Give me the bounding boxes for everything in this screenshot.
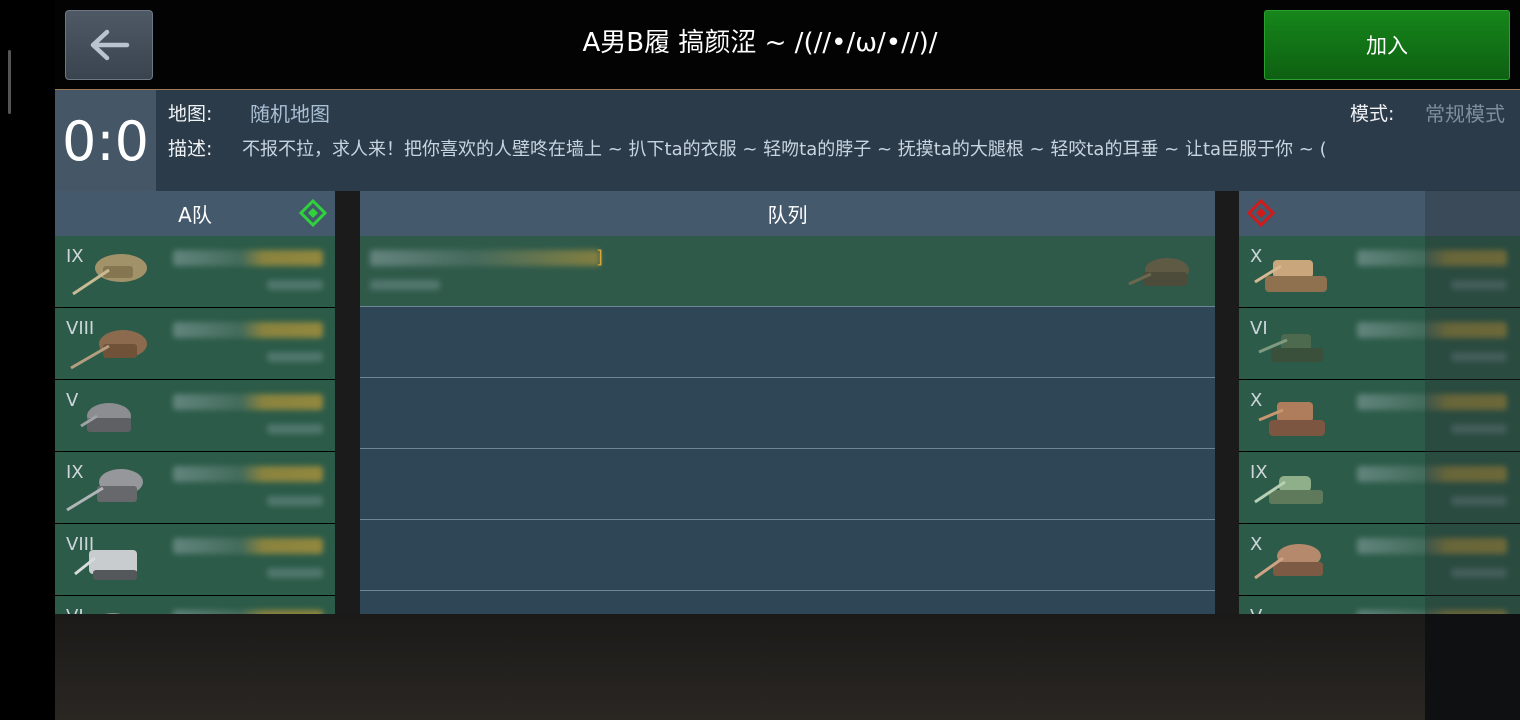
team-a-player-row[interactable]: VIII (55, 308, 335, 379)
queue-header: 队列 (360, 191, 1215, 236)
player-name-blurred (173, 466, 323, 482)
tank-tier: V (1250, 606, 1262, 614)
team-a-header: A队 (55, 191, 335, 236)
queue-empty-slot (360, 591, 1215, 614)
tank-tier: VI (1250, 318, 1268, 339)
team-a-label: A队 (178, 203, 212, 227)
description-text: 不报不拉，求人来！把你喜欢的人壁咚在墙上 ~ 扒下ta的衣服 ~ 轻吻ta的脖子… (242, 139, 1327, 160)
tank-tier: VI (66, 606, 84, 614)
tank-tier: X (1250, 534, 1263, 555)
mode-label: 模式: (1350, 103, 1395, 125)
edge-scroll-indicator (8, 50, 11, 114)
join-button[interactable]: 加入 (1264, 10, 1510, 80)
tank-tier: IX (66, 462, 84, 483)
tank-tier: X (1250, 246, 1263, 267)
score-display: 0:0 (55, 90, 156, 192)
queue-list: ] (360, 236, 1215, 614)
map-value: 随机地图 (250, 102, 330, 126)
team-a-player-row[interactable]: IX (55, 452, 335, 523)
mode-value: 常规模式 (1425, 102, 1505, 126)
team-a-player-row[interactable]: VI (55, 596, 335, 614)
description-label: 描述: (168, 138, 213, 160)
player-name-blurred (370, 250, 600, 266)
tank-tier: V (66, 390, 79, 411)
arrow-left-icon (90, 29, 130, 61)
player-info-blurred (267, 424, 323, 434)
team-a-player-row[interactable]: VIII (55, 524, 335, 595)
queue-player-row[interactable]: ] (360, 236, 1215, 307)
queue-empty-slot (360, 449, 1215, 520)
column-divider-right (1215, 191, 1239, 614)
team-a-player-row[interactable]: IX (55, 236, 335, 307)
queue-empty-slot (360, 378, 1215, 449)
player-name-blurred (173, 250, 323, 266)
column-divider-left (335, 191, 360, 614)
tank-tier: VIII (66, 318, 95, 339)
tank-tier: IX (66, 246, 84, 267)
player-info-blurred (267, 568, 323, 578)
clan-tag-bracket: ] (596, 247, 604, 268)
tank-tier: X (1250, 390, 1263, 411)
room-info-panel: 0:0 地图: 随机地图 模式: 常规模式 描述: 不报不拉，求人来！把你喜欢的… (55, 89, 1520, 192)
player-info-blurred (370, 280, 440, 290)
player-info-blurred (267, 496, 323, 506)
player-info-blurred (267, 280, 323, 290)
player-name-blurred (173, 322, 323, 338)
tank-tier: IX (1250, 462, 1268, 483)
tank-icon (1128, 258, 1189, 286)
tank-tier: VIII (66, 534, 95, 555)
map-label: 地图: (168, 103, 213, 125)
team-b-diamond-icon (1247, 199, 1275, 227)
team-a-roster: IX VIII V IX VIII VI (55, 236, 335, 614)
queue-empty-slot (360, 520, 1215, 591)
player-name-blurred (173, 538, 323, 554)
queue-empty-slot (360, 307, 1215, 378)
bottom-background (55, 614, 1425, 720)
team-a-player-row[interactable]: V (55, 380, 335, 451)
room-title: A男B履 搞颜涩 ~ /(//•/ω/•//)/ (582, 28, 938, 58)
back-button[interactable] (65, 10, 153, 80)
player-info-blurred (267, 352, 323, 362)
player-name-blurred (173, 394, 323, 410)
right-edge-overlay (1425, 190, 1520, 720)
team-a-diamond-icon (299, 199, 327, 227)
